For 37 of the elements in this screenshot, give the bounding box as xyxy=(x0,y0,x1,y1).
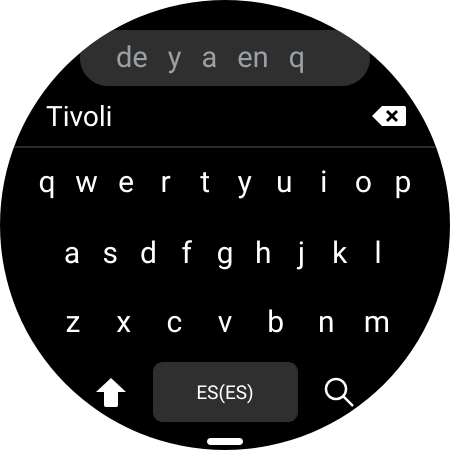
key[interactable]: b xyxy=(258,308,293,338)
key[interactable]: x xyxy=(106,308,141,338)
key[interactable]: u xyxy=(267,168,302,198)
suggestion[interactable]: q xyxy=(288,41,306,75)
key[interactable]: r xyxy=(148,168,183,198)
shift-icon[interactable] xyxy=(95,377,127,407)
key[interactable]: i xyxy=(306,168,341,198)
key[interactable]: n xyxy=(309,308,344,338)
key[interactable]: v xyxy=(208,308,242,338)
language-button[interactable]: ES(ES) xyxy=(152,362,298,422)
key[interactable]: e xyxy=(109,168,144,198)
key[interactable]: z xyxy=(56,308,90,338)
key[interactable]: j xyxy=(284,239,318,269)
key[interactable]: g xyxy=(208,239,242,269)
key[interactable]: s xyxy=(93,239,128,269)
input-field[interactable]: Tivoli xyxy=(46,100,112,132)
key[interactable]: t xyxy=(188,168,222,198)
key[interactable]: c xyxy=(157,308,192,338)
suggestion[interactable]: de xyxy=(116,41,148,75)
key[interactable]: p xyxy=(386,168,420,198)
backspace-icon[interactable] xyxy=(372,106,406,126)
key[interactable]: k xyxy=(322,239,357,269)
suggestion[interactable]: y xyxy=(168,41,182,75)
home-handle[interactable] xyxy=(207,438,243,445)
key[interactable]: m xyxy=(360,308,394,338)
suggestion[interactable]: en xyxy=(237,41,269,75)
key[interactable]: d xyxy=(132,239,166,269)
search-icon[interactable] xyxy=(323,376,355,408)
key[interactable]: f xyxy=(170,239,204,269)
key[interactable]: h xyxy=(246,239,280,269)
key[interactable]: o xyxy=(346,168,380,198)
key[interactable]: w xyxy=(70,168,104,198)
suggestion[interactable]: a xyxy=(201,41,218,75)
key[interactable]: l xyxy=(361,239,395,269)
key[interactable]: a xyxy=(55,239,89,269)
key[interactable]: q xyxy=(30,168,64,198)
key[interactable]: y xyxy=(228,168,262,198)
